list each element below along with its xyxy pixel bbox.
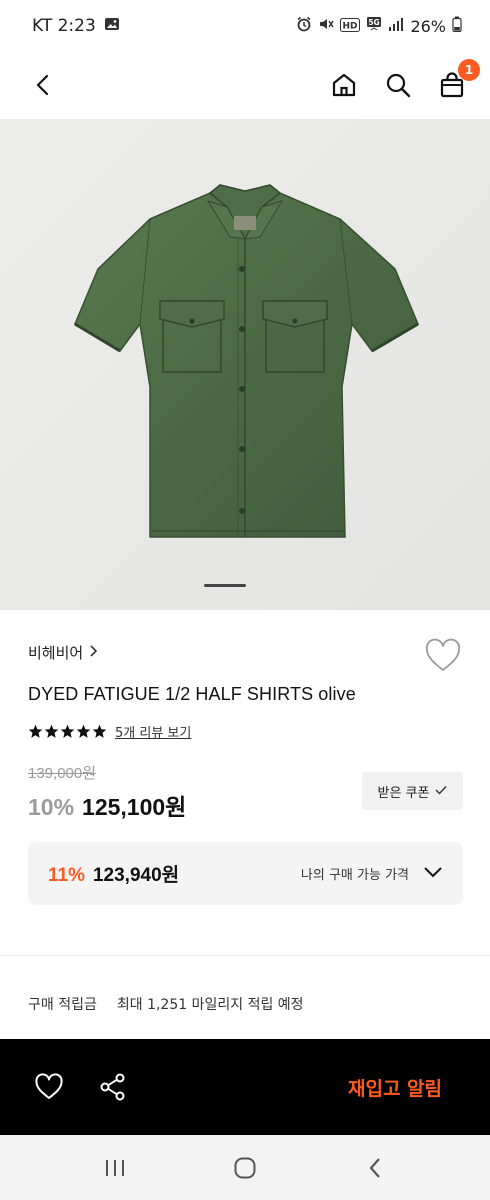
system-back-icon bbox=[369, 1157, 380, 1178]
search-icon bbox=[386, 73, 411, 98]
product-page: KT 2:23 HD 5G 26% 1 비헤비어 DYED FATIGUE 1/… bbox=[0, 0, 490, 1200]
original-price: 139,000원 bbox=[28, 765, 97, 782]
share-icon bbox=[100, 1073, 125, 1101]
search-button[interactable] bbox=[382, 69, 414, 101]
hd-label: HD bbox=[343, 21, 358, 31]
discount-rate: 10% bbox=[28, 794, 75, 820]
my-price-label: 나의 구매 가능 가격 bbox=[300, 868, 409, 883]
bottom-action-bar: 재입고 알림 bbox=[0, 1039, 490, 1135]
my-price-values: 11% 123,940원 bbox=[48, 860, 179, 887]
cart-button[interactable]: 1 bbox=[436, 59, 480, 101]
points-row: 구매 적립금 최대 1,251 마일리지 적립 예정 bbox=[28, 994, 304, 1014]
network-badge: 5G bbox=[366, 16, 382, 37]
sale-price: 125,100원 bbox=[82, 794, 187, 820]
mute-icon bbox=[318, 16, 335, 36]
star-icon bbox=[92, 724, 107, 738]
home-circle-icon bbox=[234, 1157, 256, 1178]
star-icon bbox=[60, 724, 75, 738]
wishlist-button[interactable] bbox=[32, 1070, 66, 1104]
cart-count-badge: 1 bbox=[458, 59, 480, 81]
star-icon bbox=[76, 724, 91, 738]
signal-icon bbox=[388, 16, 404, 36]
points-value: 최대 1,251 마일리지 적립 예정 bbox=[116, 997, 304, 1013]
network-label: 5G bbox=[369, 18, 380, 27]
my-price-dropdown[interactable]: 11% 123,940원 나의 구매 가능 가격 bbox=[28, 842, 463, 905]
chevron-right-icon bbox=[89, 644, 99, 662]
my-discount-rate: 11% bbox=[48, 865, 85, 886]
status-right: HD 5G 26% bbox=[296, 16, 462, 37]
points-label: 구매 적립금 bbox=[28, 997, 97, 1013]
brand-link[interactable]: 비헤비어 bbox=[28, 642, 99, 663]
section-divider bbox=[0, 955, 490, 956]
star-icon bbox=[28, 724, 43, 738]
coupon-label: 받은 쿠폰 bbox=[377, 785, 430, 801]
my-price-amount: 123,940원 bbox=[92, 865, 180, 886]
restock-alert-button[interactable]: 재입고 알림 bbox=[300, 1039, 490, 1135]
wishlist-top-button[interactable] bbox=[424, 638, 462, 674]
chevron-down-icon bbox=[423, 866, 443, 882]
carrier-time: KT 2:23 bbox=[32, 16, 96, 36]
check-icon bbox=[435, 784, 447, 799]
battery-percent: 26% bbox=[410, 16, 446, 36]
recent-apps-icon bbox=[106, 1159, 124, 1176]
recent-apps-button[interactable] bbox=[95, 1148, 135, 1188]
system-nav-bar bbox=[0, 1135, 490, 1200]
heart-outline-icon bbox=[425, 638, 461, 671]
my-price-toggle: 나의 구매 가능 가격 bbox=[301, 864, 443, 883]
share-button[interactable] bbox=[96, 1070, 130, 1104]
heart-icon bbox=[35, 1073, 63, 1099]
product-name: DYED FATIGUE 1/2 HALF SHIRTS olive bbox=[28, 684, 356, 704]
home-icon bbox=[332, 73, 356, 97]
coupon-button[interactable]: 받은 쿠폰 bbox=[362, 772, 463, 810]
status-left: KT 2:23 bbox=[32, 16, 120, 37]
rating-row: 5개 리뷰 보기 bbox=[28, 722, 191, 741]
carousel-indicator bbox=[204, 584, 246, 587]
product-photo bbox=[0, 119, 490, 610]
price-row: 10% 125,100원 bbox=[28, 788, 186, 822]
star-rating bbox=[28, 724, 107, 739]
product-image-carousel[interactable] bbox=[0, 119, 490, 610]
nav-actions: 1 bbox=[328, 59, 480, 101]
status-bar: KT 2:23 HD 5G 26% bbox=[0, 0, 490, 52]
review-link[interactable]: 5개 리뷰 보기 bbox=[115, 722, 191, 741]
home-button[interactable] bbox=[328, 69, 360, 101]
brand-name: 비헤비어 bbox=[28, 644, 84, 662]
top-nav: 1 bbox=[0, 52, 490, 118]
system-back-button[interactable] bbox=[355, 1148, 395, 1188]
hd-badge: HD bbox=[340, 17, 361, 35]
battery-icon bbox=[452, 16, 462, 36]
back-arrow-icon bbox=[36, 74, 49, 96]
system-home-button[interactable] bbox=[225, 1148, 265, 1188]
gallery-notification-icon bbox=[104, 16, 120, 37]
star-icon bbox=[44, 724, 59, 738]
alarm-icon bbox=[296, 16, 312, 36]
back-button[interactable] bbox=[28, 69, 60, 101]
